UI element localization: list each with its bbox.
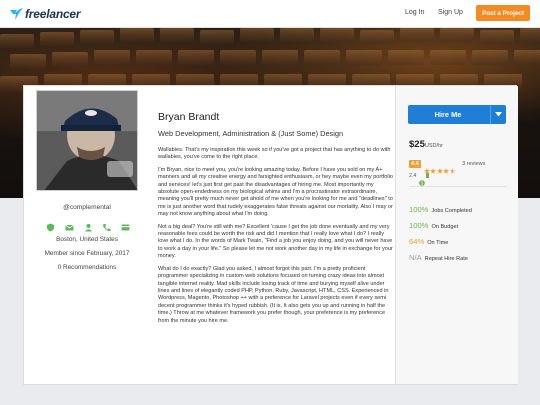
verifications (46, 219, 130, 232)
profile-bio: Wallabies. That's my inspiration this we… (158, 147, 394, 330)
shield-icon (46, 219, 55, 232)
profile-sidebar: Hire Me $25USD/hr 4.4 3 reviews 2.4 $ 10… (395, 86, 518, 384)
score-row: 2.4 $ (409, 172, 430, 186)
phone-icon (102, 219, 111, 232)
score-value: 2.4 (409, 172, 417, 179)
stat-on-budget: 100% On Budget (409, 221, 458, 230)
signup-link[interactable]: Sign Up (438, 9, 463, 16)
star-icon (449, 161, 456, 174)
score-bar (426, 173, 430, 178)
rating-row: 4.4 3 reviews (409, 159, 485, 174)
star-icon (423, 161, 430, 174)
sidebar-divider (409, 186, 507, 187)
member-since: Member since February, 2017 (44, 250, 130, 257)
star-rating (423, 161, 457, 174)
post-project-button[interactable]: Post a Project (476, 5, 530, 21)
profile-card: @complemental Boston, United States Memb… (23, 85, 518, 386)
bio-paragraph: What do I do exactly? Glad you asked, I … (158, 265, 389, 324)
stat-value: N/A (409, 253, 422, 262)
stat-jobs-completed: 100% Jobs Completed (409, 205, 472, 214)
logo-text: freelancer (25, 7, 81, 21)
user-icon (84, 219, 93, 232)
payment-icon (121, 219, 130, 231)
bio-paragraph: Wallabies. That's my inspiration this we… (158, 147, 391, 161)
star-icon (443, 161, 450, 174)
hourly-rate: $25USD/hr (409, 139, 443, 150)
avatar (36, 90, 138, 191)
top-nav: freelancer Log In Sign Up Post a Project (0, 0, 540, 28)
location: Boston, United States (56, 236, 118, 243)
logo-bird-icon (10, 8, 23, 20)
star-icon (430, 161, 437, 174)
star-icon (436, 161, 443, 174)
caret-down-icon[interactable] (490, 105, 506, 124)
email-icon (65, 219, 74, 231)
hire-me-label[interactable]: Hire Me (408, 105, 488, 124)
rate-value: $25 (409, 139, 425, 150)
stat-label: On Budget (431, 224, 459, 230)
profile-headline: Web Development, Administration & (Just … (158, 129, 344, 138)
rate-unit: USD/hr (424, 143, 443, 149)
svg-text:$: $ (421, 180, 424, 185)
stat-repeat-hire-rate: N/A Repeat Hire Rate (409, 253, 468, 262)
stat-value: 64% (409, 237, 425, 246)
reviews-count[interactable]: 3 reviews (462, 161, 485, 167)
stat-value: 100% (409, 205, 429, 214)
recommendations-count: 0 Recommendations (57, 264, 117, 271)
bio-paragraph: I'm Bryan, nice to meet you, you're look… (158, 166, 393, 218)
rating-badge: 4.4 (409, 159, 421, 168)
username: @complemental (63, 204, 111, 211)
dollar-icon: $ (419, 173, 426, 186)
bio-paragraph: Not a big deal? You're still with me? Ex… (158, 223, 393, 260)
stat-on-time: 64% On Time (409, 237, 448, 246)
freelancer-logo[interactable]: freelancer (10, 7, 81, 21)
stat-label: Repeat Hire Rate (424, 256, 468, 262)
stat-label: Jobs Completed (431, 208, 472, 214)
hire-me-button[interactable]: Hire Me (408, 105, 506, 124)
stat-value: 100% (409, 221, 429, 230)
login-link[interactable]: Log In (405, 9, 424, 16)
profile-left-column: @complemental Boston, United States Memb… (24, 86, 154, 386)
profile-main-column: Bryan Brandt Web Development, Administra… (158, 86, 394, 386)
profile-name: Bryan Brandt (158, 111, 220, 123)
stat-label: On Time (427, 240, 449, 246)
